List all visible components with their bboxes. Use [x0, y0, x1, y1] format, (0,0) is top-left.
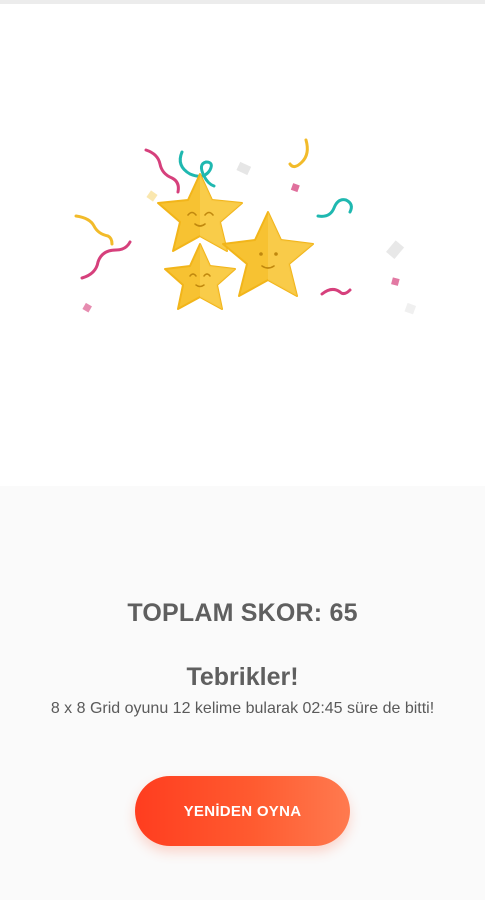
celebration-stars-icon [74, 138, 417, 315]
congrats-title: Tebrikler! [186, 663, 299, 691]
replay-button[interactable]: YENİDEN OYNA [135, 776, 350, 846]
celebration-illustration [0, 4, 485, 486]
result-panel: TOPLAM SKOR: 65 Tebrikler! 8 x 8 Grid oy… [0, 486, 485, 900]
total-score-label: TOPLAM SKOR: 65 [127, 599, 358, 627]
game-summary-text: 8 x 8 Grid oyunu 12 kelime bularak 02:45… [50, 700, 435, 717]
